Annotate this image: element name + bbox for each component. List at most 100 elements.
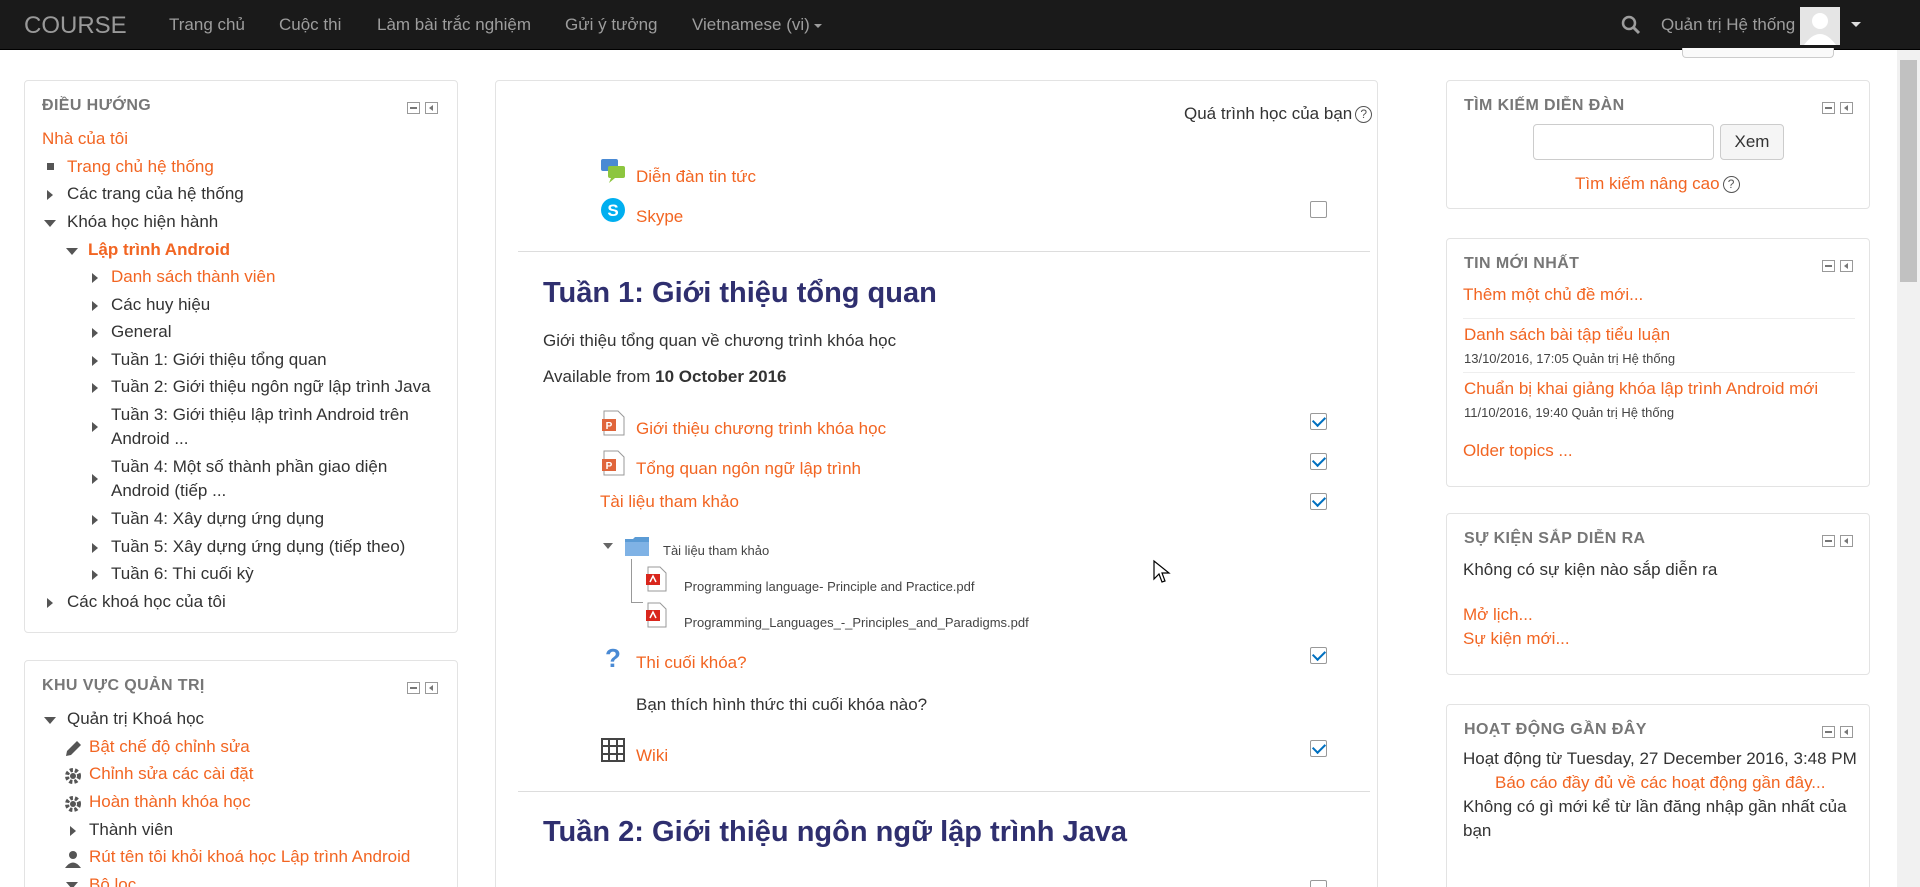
expand-icon[interactable]: [47, 190, 53, 200]
block-hide-icon[interactable]: [1822, 260, 1835, 272]
block-hide-icon[interactable]: [1822, 535, 1835, 547]
advanced-search[interactable]: Tìm kiếm nâng cao?: [1575, 174, 1740, 194]
folder-name[interactable]: Tài liệu tham khảo: [663, 543, 769, 558]
admin-edit-mode[interactable]: Bật chế độ chỉnh sửa: [89, 737, 250, 757]
nav-week-4a-cont[interactable]: Android (tiếp ...: [111, 481, 226, 501]
nav-week-3-cont[interactable]: Android ...: [111, 429, 189, 449]
news-post-title[interactable]: Danh sách bài tập tiểu luận: [1464, 325, 1670, 345]
block-dock-icon[interactable]: [425, 102, 438, 114]
folder-collapse-icon[interactable]: [603, 543, 613, 549]
older-topics-link[interactable]: Older topics ...: [1463, 441, 1573, 461]
completion-checkbox[interactable]: [1310, 493, 1327, 510]
full-report-link[interactable]: Báo cáo đầy đủ về các hoạt động gần đây.…: [1495, 773, 1825, 793]
admin-filters[interactable]: Bộ lọc: [89, 875, 136, 887]
block-dock-icon[interactable]: [425, 682, 438, 694]
nav-week-4a[interactable]: Tuần 4: Một số thành phần giao diện: [111, 457, 387, 477]
section-title-week-1: Tuần 1: Giới thiệu tổng quan: [543, 277, 937, 309]
nav-my-home[interactable]: Nhà của tôi: [42, 129, 128, 149]
brand-logo[interactable]: COURSE: [24, 12, 127, 40]
nav-course-android[interactable]: Lập trình Android: [88, 240, 230, 260]
gear-icon: [65, 768, 81, 784]
expand-icon[interactable]: [47, 598, 53, 608]
admin-course-admin[interactable]: Quản trị Khoá học: [67, 709, 204, 729]
admin-course-completion[interactable]: Hoàn thành khóa học: [89, 792, 251, 812]
activity-course-intro[interactable]: Giới thiệu chương trình khóa học: [636, 419, 886, 439]
admin-unenrol[interactable]: Rút tên tôi khỏi khoá học Lập trình Andr…: [89, 847, 410, 867]
section-summary: Giới thiệu tổng quan về chương trình khó…: [543, 331, 897, 350]
search-icon[interactable]: [1620, 14, 1642, 36]
expand-icon[interactable]: [92, 356, 98, 366]
nav-my-courses[interactable]: Các khoá học của tôi: [67, 592, 226, 612]
file-pdf-2[interactable]: Programming_Languages_-_Principles_and_P…: [684, 615, 1029, 630]
new-event-link[interactable]: Sự kiện mới...: [1463, 629, 1570, 649]
expand-icon[interactable]: [92, 422, 98, 432]
completion-checkbox[interactable]: [1310, 647, 1327, 664]
expand-icon[interactable]: [70, 826, 76, 836]
nav-participants[interactable]: Danh sách thành viên: [111, 267, 275, 287]
collapse-icon[interactable]: [44, 717, 56, 724]
file-pdf-1[interactable]: Programming language- Principle and Prac…: [684, 579, 975, 594]
search-forums-button[interactable]: Xem: [1720, 124, 1784, 160]
block-dock-icon[interactable]: [1840, 102, 1853, 114]
block-dock-icon[interactable]: [1840, 726, 1853, 738]
user-menu-chevron-icon[interactable]: [1851, 22, 1861, 27]
collapse-icon[interactable]: [44, 220, 56, 227]
nav-contests[interactable]: Cuộc thi: [279, 15, 341, 35]
block-dock-icon[interactable]: [1840, 535, 1853, 547]
help-icon[interactable]: ?: [1355, 106, 1373, 124]
expand-icon[interactable]: [92, 273, 98, 283]
collapse-icon[interactable]: [66, 248, 78, 255]
nav-week-1[interactable]: Tuần 1: Giới thiệu tổng quan: [111, 350, 327, 370]
nav-week-5[interactable]: Tuần 5: Xây dựng ứng dụng (tiếp theo): [111, 537, 405, 557]
nav-quiz[interactable]: Làm bài trắc nghiệm: [377, 15, 531, 35]
nav-language[interactable]: Vietnamese (vi): [692, 15, 822, 35]
search-forums-input[interactable]: [1533, 124, 1714, 160]
activity-language-overview[interactable]: Tổng quan ngôn ngữ lập trình: [636, 459, 861, 479]
collapse-icon[interactable]: [66, 882, 78, 887]
nav-general[interactable]: General: [111, 322, 171, 342]
nav-site-pages[interactable]: Các trang của hệ thống: [67, 184, 244, 204]
completion-checkbox[interactable]: [1310, 880, 1327, 887]
activity-wiki[interactable]: Wiki: [636, 746, 668, 766]
completion-checkbox[interactable]: [1310, 453, 1327, 470]
go-to-calendar-link[interactable]: Mở lịch...: [1463, 605, 1533, 625]
nav-site-home[interactable]: Trang chủ hệ thống: [67, 157, 214, 177]
activity-final-quiz[interactable]: Thi cuối khóa?: [636, 653, 747, 673]
nav-badges[interactable]: Các huy hiệu: [111, 295, 210, 315]
page-action-button[interactable]: [1682, 48, 1834, 58]
completion-checkbox[interactable]: [1310, 740, 1327, 757]
expand-icon[interactable]: [92, 328, 98, 338]
user-menu-name[interactable]: Quản trị Hệ thống: [1661, 15, 1795, 35]
page-scrollbar-thumb[interactable]: [1900, 60, 1917, 282]
nav-home[interactable]: Trang chủ: [169, 15, 245, 35]
block-hide-icon[interactable]: [1822, 726, 1835, 738]
completion-checkbox[interactable]: [1310, 413, 1327, 430]
expand-icon[interactable]: [92, 383, 98, 393]
admin-users[interactable]: Thành viên: [89, 820, 173, 840]
block-hide-icon[interactable]: [1822, 102, 1835, 114]
expand-icon[interactable]: [92, 515, 98, 525]
nav-ideas[interactable]: Gửi ý tưởng: [565, 15, 658, 35]
block-hide-icon[interactable]: [407, 102, 420, 114]
help-icon[interactable]: ?: [1722, 176, 1740, 194]
expand-icon[interactable]: [92, 301, 98, 311]
expand-icon[interactable]: [92, 570, 98, 580]
nav-current-courses[interactable]: Khóa học hiện hành: [67, 212, 218, 232]
block-hide-icon[interactable]: [407, 682, 420, 694]
expand-icon[interactable]: [92, 543, 98, 553]
nav-week-2[interactable]: Tuần 2: Giới thiệu ngôn ngữ lập trình Ja…: [111, 377, 431, 397]
activity-references[interactable]: Tài liệu tham khảo: [600, 492, 739, 512]
activity-skype[interactable]: Skype: [636, 207, 683, 227]
block-dock-icon[interactable]: [1840, 260, 1853, 272]
news-post-title[interactable]: Chuẩn bị khai giảng khóa lập trình Andro…: [1464, 379, 1818, 399]
nav-week-4b[interactable]: Tuần 4: Xây dựng ứng dụng: [111, 509, 324, 529]
avatar[interactable]: [1800, 7, 1840, 45]
expand-icon[interactable]: [92, 474, 98, 484]
advanced-search-link[interactable]: Tìm kiếm nâng cao: [1575, 174, 1720, 193]
nav-week-6[interactable]: Tuần 6: Thi cuối kỳ: [111, 564, 254, 584]
completion-checkbox[interactable]: [1310, 201, 1327, 218]
nav-week-3[interactable]: Tuần 3: Giới thiệu lập trình Android trê…: [111, 405, 409, 425]
admin-edit-settings[interactable]: Chỉnh sửa các cài đặt: [89, 764, 253, 784]
activity-news-forum[interactable]: Diễn đàn tin tức: [636, 167, 756, 187]
add-news-topic[interactable]: Thêm một chủ đề mới...: [1463, 285, 1643, 305]
